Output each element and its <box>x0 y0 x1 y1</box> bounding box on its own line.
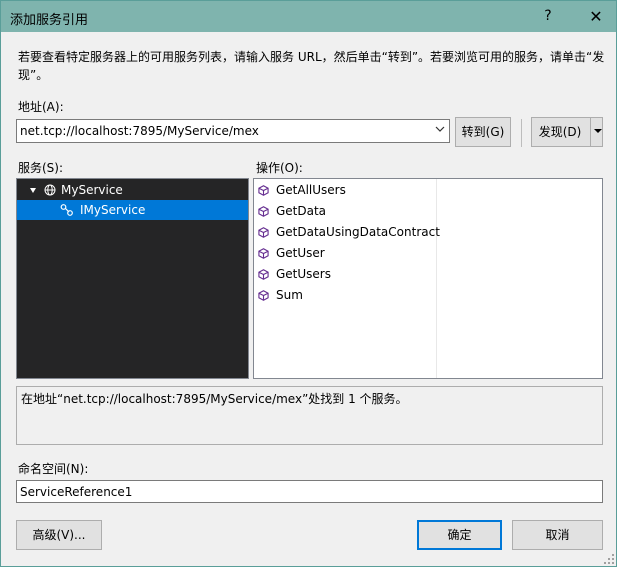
status-message: 在地址“net.tcp://localhost:7895/MyService/m… <box>21 392 408 406</box>
expand-arrow-icon[interactable] <box>30 188 36 193</box>
tree-item-label: MyService <box>61 183 123 197</box>
dialog-title: 添加服务引用 <box>10 13 89 28</box>
namespace-input[interactable]: ServiceReference1 <box>16 480 603 503</box>
chevron-down-icon[interactable] <box>435 124 445 134</box>
method-icon <box>258 185 269 196</box>
list-item[interactable]: Sum <box>258 285 303 306</box>
method-icon <box>258 248 269 259</box>
services-label: 服务(S): <box>18 161 64 175</box>
address-combobox[interactable]: net.tcp://localhost:7895/MyService/mex <box>16 119 450 143</box>
dropdown-arrow-icon[interactable] <box>594 129 602 133</box>
operation-label: Sum <box>276 288 303 302</box>
ok-button[interactable]: 确定 <box>417 520 502 550</box>
list-item[interactable]: GetDataUsingDataContract <box>258 222 440 243</box>
split-divider <box>590 118 591 146</box>
toolbar-divider <box>521 119 522 147</box>
resize-grip-icon[interactable] <box>601 551 615 565</box>
tree-item-label: IMyService <box>80 203 146 217</box>
method-icon <box>258 269 269 280</box>
operation-label: GetUsers <box>276 267 331 281</box>
instructions-text: 若要查看特定服务器上的可用服务列表，请输入服务 URL，然后单击“转到”。若要浏… <box>18 50 605 82</box>
method-icon <box>258 206 269 217</box>
list-item[interactable]: GetUser <box>258 243 325 264</box>
list-item[interactable]: GetUsers <box>258 264 331 285</box>
operations-list[interactable]: GetAllUsers GetData GetDataUsingDataCont… <box>253 178 603 379</box>
operation-label: GetData <box>276 204 327 218</box>
close-button[interactable]: ✕ <box>578 3 614 30</box>
operation-label: GetDataUsingDataContract <box>276 225 440 239</box>
list-item[interactable]: GetAllUsers <box>258 180 346 201</box>
namespace-label: 命名空间(N): <box>18 462 89 476</box>
tree-item-myservice[interactable]: MyService <box>17 180 248 200</box>
method-icon <box>258 290 269 301</box>
tree-item-imyservice[interactable]: IMyService <box>17 200 248 220</box>
operation-label: GetAllUsers <box>276 183 346 197</box>
discover-button[interactable]: 发现(D) <box>532 118 588 146</box>
go-button[interactable]: 转到(G) <box>455 117 511 147</box>
namespace-value: ServiceReference1 <box>20 485 133 499</box>
cancel-button[interactable]: 取消 <box>512 520 603 550</box>
status-panel: 在地址“net.tcp://localhost:7895/MyService/m… <box>16 386 603 445</box>
address-label: 地址(A): <box>18 100 64 114</box>
interface-icon <box>60 204 73 216</box>
column-divider <box>436 179 437 378</box>
method-icon <box>258 227 269 238</box>
help-button[interactable]: ? <box>532 3 564 30</box>
discover-split-button[interactable]: 发现(D) <box>531 117 603 147</box>
title-bar: 添加服务引用 ? ✕ <box>1 1 616 32</box>
advanced-button[interactable]: 高级(V)... <box>16 520 102 550</box>
address-value: net.tcp://localhost:7895/MyService/mex <box>20 124 259 138</box>
globe-icon <box>44 184 56 196</box>
list-item[interactable]: GetData <box>258 201 326 222</box>
services-tree[interactable]: MyService IMyService <box>16 178 249 379</box>
operation-label: GetUser <box>276 246 325 260</box>
add-service-reference-dialog: 添加服务引用 ? ✕ 若要查看特定服务器上的可用服务列表，请输入服务 URL，然… <box>0 0 617 567</box>
operations-label: 操作(O): <box>256 161 303 175</box>
